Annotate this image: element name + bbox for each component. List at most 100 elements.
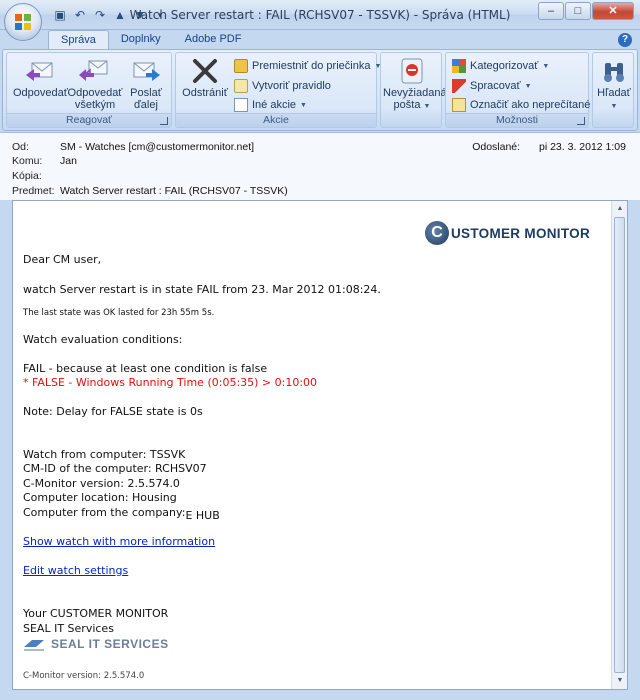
cc-label: Kópia: xyxy=(12,170,42,182)
folder-move-icon xyxy=(234,59,248,73)
show-more-link[interactable]: Show watch with more information xyxy=(23,535,215,548)
company-line: Computer from the company:E HUB xyxy=(23,506,220,522)
fail-reason: FAIL - because at least one condition is… xyxy=(23,362,268,375)
office-button[interactable] xyxy=(4,3,42,41)
reply-all-label-1: Odpovedať xyxy=(67,87,123,99)
tab-doplnky[interactable]: Doplnky xyxy=(109,30,173,50)
junk-mail-icon xyxy=(401,58,423,84)
maximize-button[interactable]: □ xyxy=(565,2,591,20)
reply-button[interactable]: Odpovedať xyxy=(13,57,68,99)
dropdown-arrow-icon: ▼ xyxy=(542,62,550,70)
sent-value: pi 23. 3. 2012 1:09 xyxy=(539,141,626,153)
from-row: Od: SM - Watches [cm@customermonitor.net… xyxy=(12,141,254,153)
dropdown-arrow-icon: ▼ xyxy=(524,82,532,90)
version-line: C-Monitor version: 2.5.574.0 xyxy=(23,477,180,490)
mark-unread-button[interactable]: Označiť ako neprečítané xyxy=(452,98,590,112)
message-content: C USTOMER MONITOR Dear CM user, watch Se… xyxy=(13,201,611,689)
forward-label-1: Poslať xyxy=(130,87,162,99)
to-value[interactable]: Jan xyxy=(60,155,77,167)
title-bar: ▣ ↶ ↷ ▲ ▼ ▾ Watch Server restart : FAIL … xyxy=(0,0,640,30)
group-junk: Nevyžiadaná pošta ▼ xyxy=(380,52,447,128)
close-button[interactable]: ✕ xyxy=(592,2,634,20)
tab-sprava[interactable]: Správa xyxy=(48,30,109,50)
group-reagovat: Odpovedať Odpovedať všetkým Poslať ďalej… xyxy=(6,52,172,128)
move-to-folder-button[interactable]: Premiestniť do priečinka ▼ xyxy=(234,59,381,73)
other-actions-icon xyxy=(234,98,248,112)
logo-circle: C xyxy=(425,221,449,245)
junk-mail-button[interactable]: Nevyžiadaná pošta ▼ xyxy=(383,57,447,113)
ribbon: Odpovedať Odpovedať všetkým Poslať ďalej… xyxy=(2,49,638,131)
edit-settings-link[interactable]: Edit watch settings xyxy=(23,564,128,577)
minimize-button[interactable]: – xyxy=(538,2,564,20)
delay-note: Note: Delay for FALSE state is 0s xyxy=(23,405,203,418)
flag-icon xyxy=(452,79,466,93)
scrollbar-thumb[interactable] xyxy=(614,217,625,673)
group-moznosti: Kategorizovať ▼ Spracovať ▼ Označiť ako … xyxy=(445,52,590,128)
vertical-scrollbar[interactable]: ▲ ▼ xyxy=(611,201,627,689)
other-actions-button[interactable]: Iné akcie ▼ xyxy=(234,98,307,112)
subject-label: Predmet: xyxy=(12,185,55,197)
sent-label: Odoslané: xyxy=(472,141,521,153)
group-find: Hľadať ▼ xyxy=(592,52,634,128)
reply-all-icon xyxy=(79,60,108,81)
office-logo-icon xyxy=(15,14,31,30)
to-label: Komu: xyxy=(12,155,43,167)
ribbon-tabs: Správa Doplnky Adobe PDF xyxy=(48,30,253,50)
reply-icon xyxy=(26,62,53,81)
seal-it-logo: SEAL IT SERVICES xyxy=(23,637,169,651)
mark-unread-label: Označiť ako neprečítané xyxy=(470,99,591,111)
follow-up-label: Spracovať xyxy=(470,80,521,92)
delete-button[interactable]: Odstrániť xyxy=(180,57,230,99)
seal-logo-text: SEAL IT SERVICES xyxy=(51,637,169,651)
cc-row: Kópia: xyxy=(12,170,60,182)
to-row: Komu: Jan xyxy=(12,155,77,167)
find-button[interactable]: Hľadať ▼ xyxy=(594,57,634,113)
seal-logo-icon xyxy=(24,640,44,651)
dropdown-arrow-icon: ▼ xyxy=(423,103,431,110)
dropdown-arrow-icon: ▼ xyxy=(300,101,307,109)
conditions-title: Watch evaluation conditions: xyxy=(23,333,183,346)
group-launcher-icon[interactable] xyxy=(577,117,585,125)
signature-line-1: Your CUSTOMER MONITOR xyxy=(23,607,169,620)
customer-monitor-logo: C USTOMER MONITOR xyxy=(425,221,590,245)
group-launcher-icon[interactable] xyxy=(160,117,168,125)
categorize-icon xyxy=(452,59,466,73)
find-label: Hľadať xyxy=(597,87,631,99)
logo-text: USTOMER MONITOR xyxy=(451,225,591,241)
window-controls: – □ ✕ xyxy=(537,2,634,20)
create-rule-label: Vytvoriť pravidlo xyxy=(252,80,331,92)
tab-adobe-pdf[interactable]: Adobe PDF xyxy=(173,30,254,50)
company-value: E HUB xyxy=(185,509,220,522)
junk-label-1: Nevyžiadaná xyxy=(383,87,447,99)
company-label: Computer from the company: xyxy=(23,506,186,519)
greeting: Dear CM user, xyxy=(23,253,102,266)
false-condition: * FALSE - Windows Running Time (0:05:35)… xyxy=(23,376,318,389)
last-state-line: The last state was OK lasted for 23h 55m… xyxy=(23,308,215,318)
reply-all-button[interactable]: Odpovedať všetkým xyxy=(67,57,123,111)
binoculars-icon xyxy=(604,63,624,82)
delete-icon xyxy=(193,59,217,83)
state-line: watch Server restart is in state FAIL fr… xyxy=(23,283,381,296)
scroll-up-icon[interactable]: ▲ xyxy=(613,202,627,216)
forward-label-2: ďalej xyxy=(134,99,158,111)
group-label-reagovat: Reagovať xyxy=(7,113,171,127)
delete-label: Odstrániť xyxy=(182,87,228,99)
categorize-button[interactable]: Kategorizovať ▼ xyxy=(452,59,549,73)
move-to-folder-label: Premiestniť do priečinka xyxy=(252,60,371,72)
categorize-label: Kategorizovať xyxy=(470,60,539,72)
follow-up-button[interactable]: Spracovať ▼ xyxy=(452,79,532,93)
scroll-down-icon[interactable]: ▼ xyxy=(613,674,627,688)
from-label: Od: xyxy=(12,141,29,153)
reply-all-label-2: všetkým xyxy=(74,99,116,111)
computer-line: Watch from computer: TSSVK xyxy=(23,448,186,461)
dropdown-arrow-icon: ▼ xyxy=(610,103,618,110)
reply-label: Odpovedať xyxy=(13,87,68,99)
sent-row: Odoslané: pi 23. 3. 2012 1:09 xyxy=(472,141,626,153)
cmid-line: CM-ID of the computer: RCHSV07 xyxy=(23,462,207,475)
forward-button[interactable]: Poslať ďalej xyxy=(123,57,169,111)
help-icon[interactable]: ? xyxy=(618,33,632,47)
subject-row: Predmet: Watch Server restart : FAIL (RC… xyxy=(12,185,288,197)
create-rule-button[interactable]: Vytvoriť pravidlo xyxy=(234,79,331,93)
message-body: C USTOMER MONITOR Dear CM user, watch Se… xyxy=(12,200,628,690)
from-value[interactable]: SM - Watches [cm@customermonitor.net] xyxy=(60,141,254,153)
